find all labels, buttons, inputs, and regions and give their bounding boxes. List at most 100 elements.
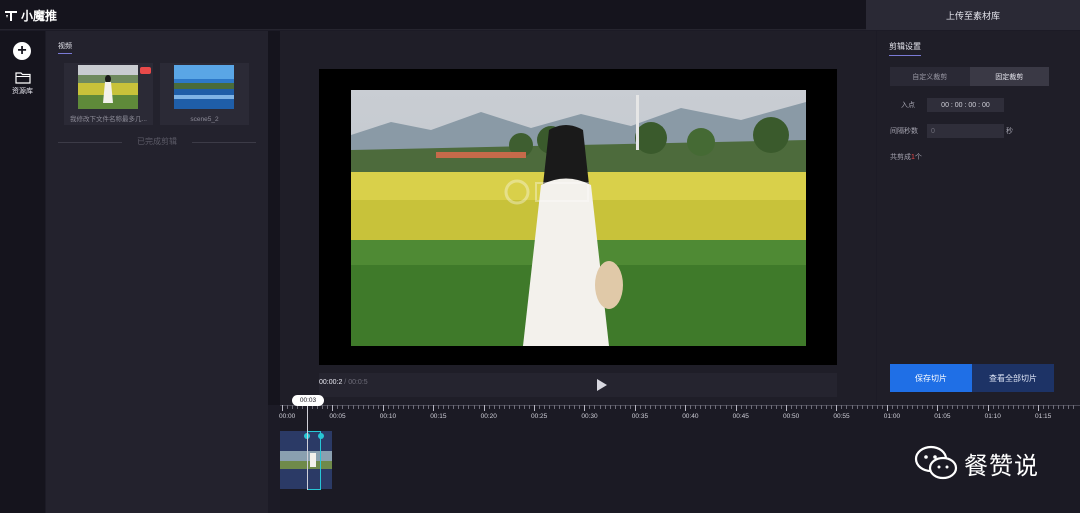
major-tick: [937, 405, 939, 411]
minor-tick: [982, 405, 984, 409]
minor-tick: [750, 405, 752, 409]
minor-tick: [997, 405, 999, 409]
major-tick: [735, 405, 737, 411]
minor-tick: [670, 405, 672, 409]
media-caption: 我修改下文件名称最多几...: [70, 116, 147, 123]
minor-tick: [367, 405, 369, 409]
minor-tick: [528, 405, 530, 409]
play-icon[interactable]: [596, 378, 608, 392]
major-tick: [886, 405, 888, 411]
minor-tick: [1068, 405, 1070, 409]
major-tick: [685, 405, 687, 411]
minor-tick: [362, 405, 364, 409]
wechat-account-name: 餐赞说: [964, 452, 1039, 480]
minor-tick: [1053, 405, 1055, 409]
tick-label: 00:55: [833, 413, 850, 420]
minor-tick: [806, 405, 808, 409]
playhead-time-badge[interactable]: 00:03: [292, 395, 324, 406]
minor-tick: [408, 405, 409, 409]
minor-tick: [619, 405, 621, 409]
minor-tick: [1007, 405, 1009, 409]
view-all-clips-button[interactable]: 查看全部切片: [972, 364, 1054, 392]
minor-tick: [972, 405, 974, 409]
minor-tick: [639, 405, 641, 409]
video-screen[interactable]: [319, 69, 837, 365]
minor-tick: [690, 405, 692, 409]
left-rail: + 资源库: [0, 31, 45, 513]
settings-title: 剪辑设置: [889, 41, 921, 56]
minor-tick: [760, 405, 762, 409]
minor-tick: [423, 405, 425, 409]
done-divider: 已完成剪辑: [58, 136, 256, 148]
interval-input[interactable]: 0: [927, 124, 1004, 138]
media-item[interactable]: 我修改下文件名称最多几...: [64, 63, 153, 125]
minor-tick: [841, 405, 843, 409]
minor-tick: [488, 405, 490, 409]
major-tick: [282, 405, 283, 411]
minor-tick: [569, 405, 571, 409]
tab-video[interactable]: 视频: [58, 41, 72, 54]
selection-end-handle[interactable]: [318, 433, 324, 439]
minor-tick: [725, 405, 727, 409]
wechat-icon: [914, 445, 958, 480]
minor-tick: [967, 405, 969, 409]
playhead-line[interactable]: [307, 405, 308, 490]
tick-label: 00:00: [279, 413, 296, 420]
app-logo[interactable]: 小魔推: [4, 7, 57, 24]
minor-tick: [443, 405, 445, 409]
minor-tick: [649, 405, 651, 409]
major-tick: [836, 405, 838, 411]
tab-fixed-clip[interactable]: 固定裁剪: [969, 67, 1049, 86]
tick-label: 00:35: [631, 413, 649, 420]
minor-tick: [962, 405, 964, 409]
done-label: 已完成剪辑: [137, 137, 177, 146]
tick-label: 01:15: [1035, 413, 1052, 420]
minor-tick: [654, 405, 656, 409]
minor-tick: [715, 405, 717, 409]
minor-tick: [791, 405, 793, 409]
minor-tick: [503, 405, 505, 409]
media-item[interactable]: scene5_2: [160, 63, 249, 125]
minor-tick: [665, 405, 667, 409]
resource-library-nav[interactable]: 资源库: [4, 71, 41, 96]
minor-tick: [1002, 405, 1004, 409]
inpoint-field[interactable]: 00 : 00 : 00 : 00: [927, 98, 1004, 112]
minor-tick: [559, 405, 561, 409]
tab-custom-clip[interactable]: 自定义裁剪: [890, 67, 970, 86]
timeline-ruler[interactable]: 00:00 00:05 00:10 00:15 00:20 00:25 00:30 00:35…: [279, 405, 1080, 427]
add-icon[interactable]: +: [13, 42, 31, 60]
minor-tick: [740, 405, 742, 409]
minor-tick: [1027, 405, 1029, 409]
minor-tick: [287, 405, 289, 409]
save-clip-button[interactable]: 保存切片: [890, 364, 972, 392]
clip-selection-box[interactable]: [307, 431, 321, 490]
minor-tick: [1017, 405, 1019, 409]
minor-tick: [816, 405, 818, 409]
panel-gap: [268, 31, 280, 405]
minor-tick: [811, 405, 813, 409]
minor-tick: [700, 405, 702, 409]
upload-to-library-button[interactable]: 上传至素材库: [866, 0, 1080, 30]
minor-tick: [508, 405, 510, 409]
playback-controls: 00:00:2 / 00:0:5: [319, 373, 837, 397]
minor-tick: [352, 405, 354, 409]
minor-tick: [463, 405, 465, 409]
clip-mode-tabs: 自定义裁剪 固定裁剪: [890, 67, 1049, 86]
minor-tick: [917, 405, 919, 409]
clip-count-suffix: 个: [914, 154, 922, 161]
status-badge: [140, 67, 151, 74]
minor-tick: [493, 405, 495, 409]
clip-settings-panel: 剪辑设置 自定义裁剪 固定裁剪 入点 00 : 00 : 00 : 00 间隔秒…: [877, 31, 1080, 405]
minor-tick: [523, 405, 525, 409]
minor-tick: [720, 405, 722, 409]
minor-tick: [770, 405, 772, 409]
video-thumbnail: [78, 65, 138, 109]
video-track-clip[interactable]: [280, 431, 332, 489]
major-tick: [483, 405, 485, 411]
minor-tick: [1048, 405, 1050, 409]
minor-tick: [846, 405, 848, 409]
major-tick: [433, 405, 435, 411]
minor-tick: [327, 405, 329, 409]
minor-tick: [775, 405, 777, 409]
minor-tick: [478, 405, 480, 409]
